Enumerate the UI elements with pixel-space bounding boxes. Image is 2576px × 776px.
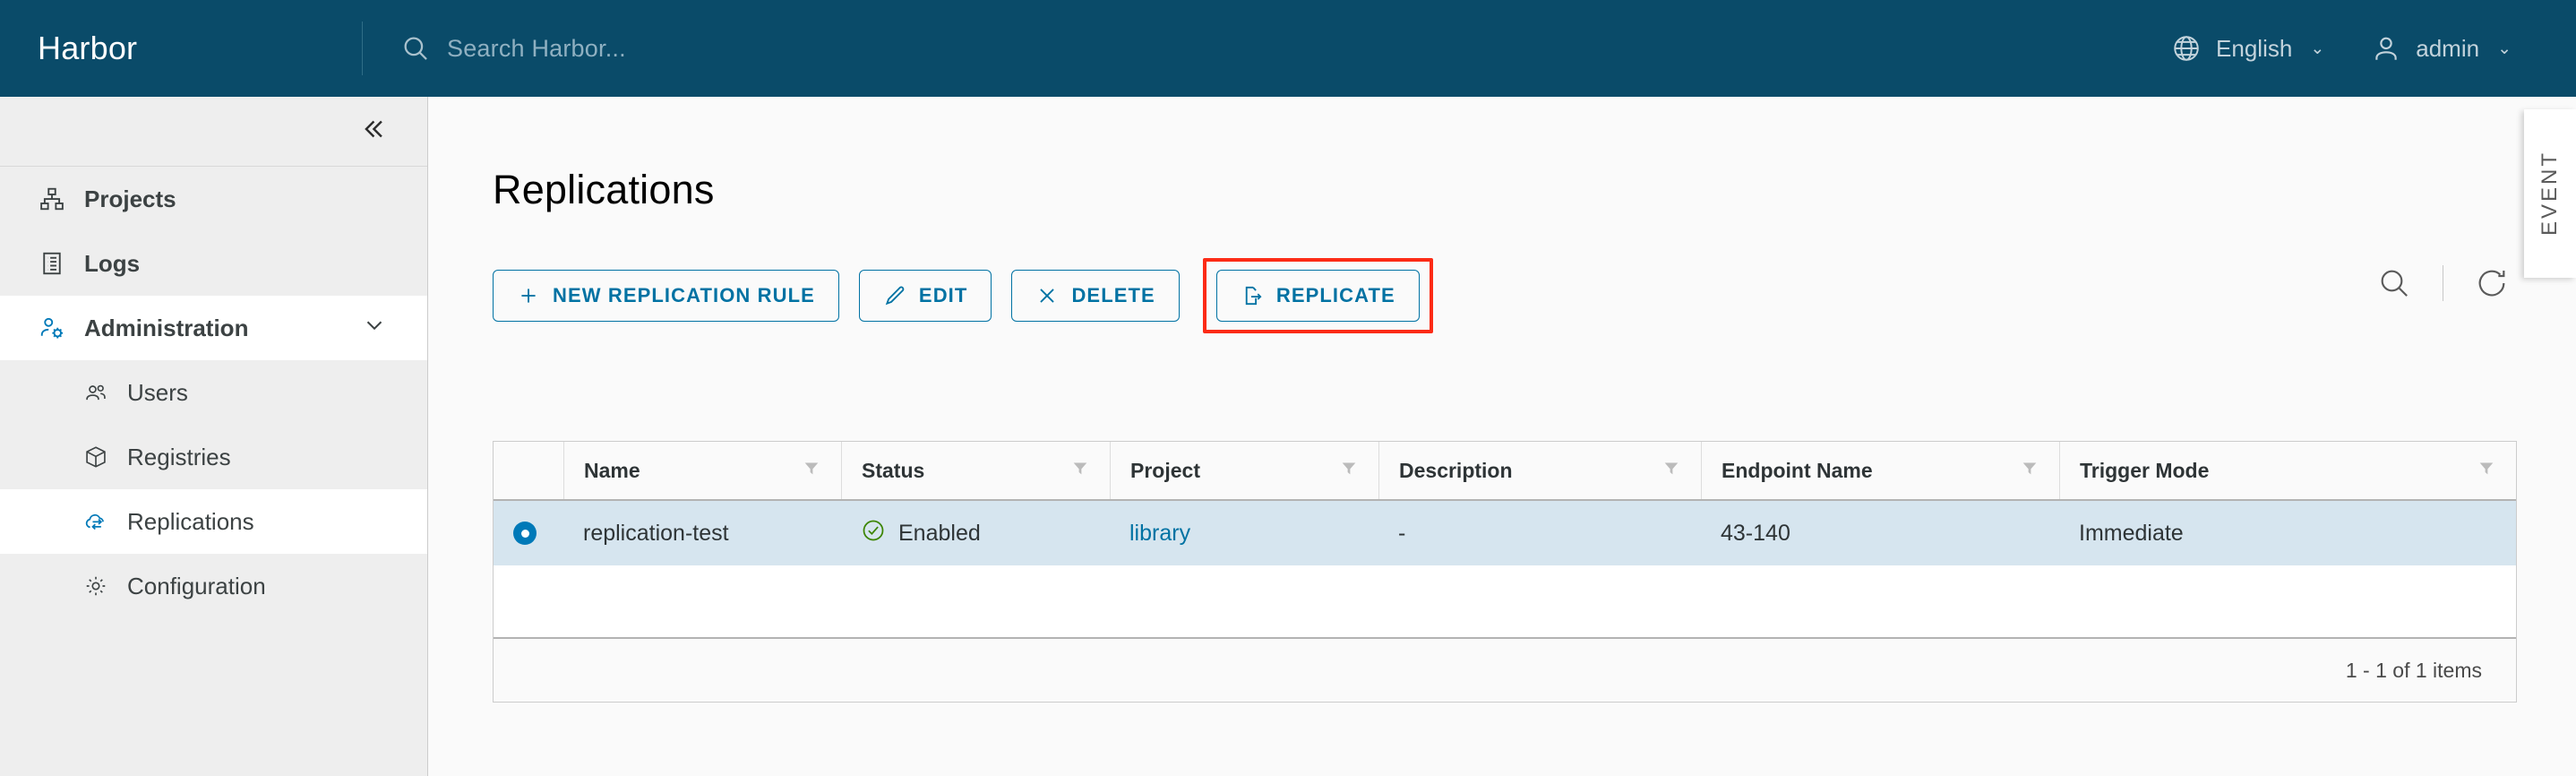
delete-button[interactable]: DELETE (1011, 270, 1180, 322)
replications-toolbar: NEW REPLICATION RULE EDIT DELETE REPLICA… (493, 258, 1433, 333)
users-icon (82, 379, 109, 406)
sidebar-item-projects[interactable]: Projects (0, 167, 427, 231)
column-label: Description (1399, 458, 1513, 482)
sidebar-label: Logs (84, 249, 141, 277)
filter-icon[interactable] (1070, 458, 1090, 483)
chevron-double-left-icon (357, 114, 388, 149)
table-empty-space (494, 565, 2516, 639)
filter-icon[interactable] (2020, 458, 2039, 483)
pencil-icon (883, 284, 906, 307)
header-right-group: English ⌄ admin ⌄ (2148, 0, 2576, 97)
table-search-icon[interactable] (2371, 260, 2417, 306)
cell-name: replication-test (583, 520, 729, 546)
filter-icon[interactable] (1662, 458, 1681, 483)
status-label: Enabled (898, 520, 981, 546)
column-trigger-mode[interactable]: Trigger Mode (2059, 442, 2516, 499)
table-row[interactable]: replication-test Enabled library - 43-14… (494, 501, 2516, 565)
event-tab-label: EVENT (2537, 151, 2562, 237)
button-label: REPLICATE (1275, 284, 1395, 306)
replicate-highlight-box: REPLICATE (1202, 258, 1433, 333)
table-header-row: Name Status Project Description Endpoint… (494, 442, 2516, 501)
sidebar-item-logs[interactable]: Logs (0, 231, 427, 296)
user-icon (2371, 33, 2401, 64)
chevron-down-icon[interactable] (361, 312, 388, 345)
global-search[interactable] (363, 33, 2148, 64)
sidebar: Projects Logs Administration Users Regis… (0, 97, 428, 776)
column-label: Endpoint Name (1722, 458, 1873, 482)
pagination-label: 1 - 1 of 1 items (2345, 658, 2482, 682)
event-tab[interactable]: EVENT (2524, 109, 2576, 278)
user-menu[interactable]: admin ⌄ (2348, 0, 2535, 97)
sidebar-item-users[interactable]: Users (0, 360, 427, 425)
globe-icon (2171, 33, 2202, 64)
logs-icon (38, 249, 66, 278)
edit-button[interactable]: EDIT (858, 270, 992, 322)
column-label: Project (1130, 458, 1200, 482)
project-link[interactable]: library (1129, 521, 1190, 547)
sidebar-item-replications[interactable]: Replications (0, 489, 427, 554)
sidebar-label: Users (127, 378, 188, 406)
sidebar-item-configuration[interactable]: Configuration (0, 554, 427, 618)
check-circle-icon (861, 518, 886, 549)
replicate-icon (1241, 284, 1264, 307)
replicate-button[interactable]: REPLICATE (1215, 270, 1420, 322)
replications-table: Name Status Project Description Endpoint… (493, 441, 2517, 703)
language-label: English (2216, 34, 2293, 62)
filter-icon[interactable] (2477, 458, 2496, 483)
page-title: Replications (493, 167, 715, 212)
column-label: Trigger Mode (2080, 458, 2210, 482)
row-radio-selected[interactable] (513, 522, 537, 545)
registries-icon (82, 444, 109, 470)
column-description[interactable]: Description (1378, 442, 1701, 499)
configuration-icon (82, 573, 109, 599)
button-label: EDIT (918, 284, 968, 306)
radio-dot (520, 529, 529, 538)
column-status[interactable]: Status (841, 442, 1110, 499)
sidebar-item-registries[interactable]: Registries (0, 425, 427, 489)
cell-status: Enabled (841, 518, 1110, 549)
cell-project: library (1110, 521, 1378, 547)
sidebar-label: Registries (127, 443, 231, 470)
button-label: NEW REPLICATION RULE (553, 284, 815, 306)
column-select (494, 442, 563, 499)
cell-description: - (1398, 520, 1406, 546)
table-refresh-icon[interactable] (2469, 260, 2515, 306)
cell-trigger-mode: Immediate (2079, 520, 2184, 546)
column-label: Name (584, 458, 640, 482)
sidebar-item-administration[interactable]: Administration (0, 296, 427, 360)
chevron-down-icon: ⌄ (2310, 39, 2325, 58)
projects-icon (38, 185, 66, 213)
top-header: Harbor English ⌄ (0, 0, 2576, 97)
column-label: Status (862, 458, 925, 482)
chevron-down-icon: ⌄ (2497, 39, 2512, 58)
sidebar-label: Configuration (127, 572, 266, 599)
brand-title[interactable]: Harbor (0, 0, 362, 97)
main-content: Replications NEW REPLICATION RULE EDIT D… (428, 97, 2576, 776)
app-root: Harbor English ⌄ (0, 0, 2576, 776)
search-input[interactable] (447, 34, 1074, 63)
column-project[interactable]: Project (1110, 442, 1378, 499)
column-endpoint-name[interactable]: Endpoint Name (1701, 442, 2059, 499)
table-actions (2371, 260, 2515, 306)
cell-endpoint-name: 43-140 (1721, 520, 1790, 546)
sidebar-label: Administration (84, 314, 249, 341)
plus-icon (517, 284, 540, 307)
table-footer: 1 - 1 of 1 items (494, 639, 2516, 702)
sidebar-collapse-button[interactable] (0, 97, 427, 167)
close-icon (1035, 284, 1059, 307)
search-icon (400, 33, 431, 64)
filter-icon[interactable] (802, 458, 821, 483)
sidebar-label: Projects (84, 185, 176, 212)
username-label: admin (2416, 34, 2480, 62)
sidebar-label: Replications (127, 507, 254, 535)
language-selector[interactable]: English ⌄ (2148, 0, 2348, 97)
administration-icon (38, 314, 66, 342)
new-replication-rule-button[interactable]: NEW REPLICATION RULE (493, 270, 839, 322)
column-name[interactable]: Name (563, 442, 841, 499)
button-label: DELETE (1071, 284, 1155, 306)
row-radio-cell[interactable] (494, 522, 563, 545)
filter-icon[interactable] (1339, 458, 1359, 483)
replications-icon (82, 508, 109, 535)
